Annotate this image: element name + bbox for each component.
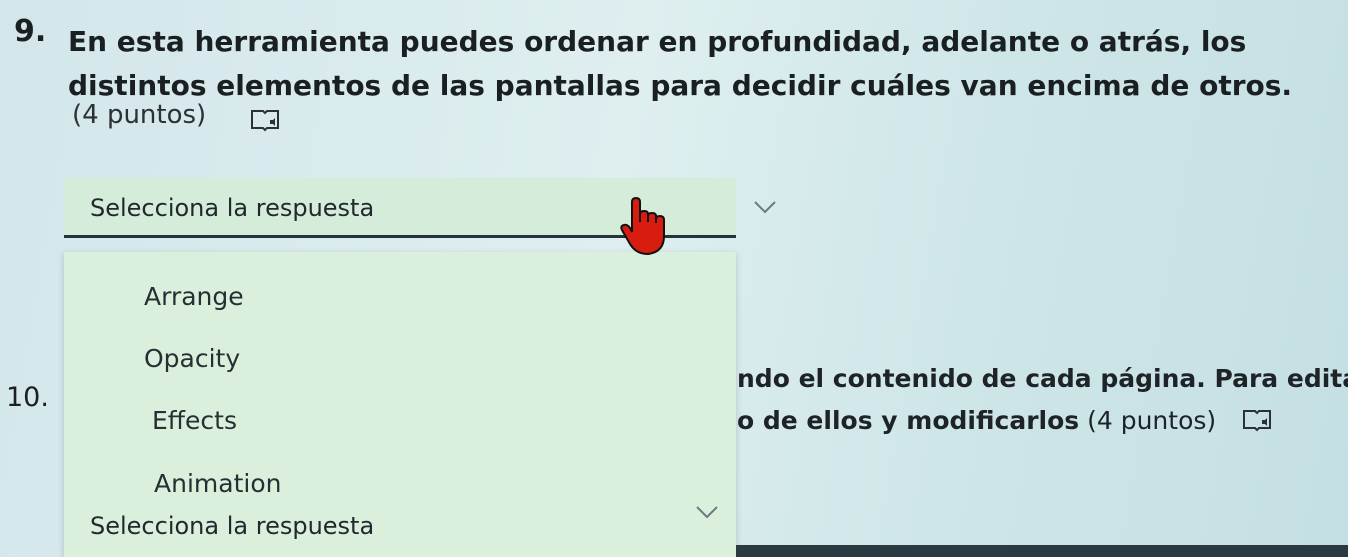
select-placeholder: Selecciona la respuesta [90,194,375,222]
question-9-text: En esta herramienta puedes ordenar en pr… [68,25,1293,102]
chevron-down-icon [754,201,776,214]
question-10-text-line1: ndo el contenido de cada página. Para ed… [737,364,1348,393]
option-animation[interactable]: Animation [154,469,281,498]
hand-pointer-icon [620,196,665,256]
question-9-number: 9. [14,14,47,49]
question-10-number: 10. [6,382,49,413]
select-underline [736,545,1348,557]
question-9-points: (4 puntos) [72,100,207,130]
answer-select-question-10[interactable]: Selecciona la respuesta [90,512,374,540]
chevron-down-icon [696,506,718,519]
question-10-points: (4 puntos) [1087,406,1217,435]
option-arrange[interactable]: Arrange [144,282,244,311]
immersive-reader-icon[interactable] [250,108,280,132]
question-10-text-line2: o de ellos y modificarlos (4 puntos) [737,406,1216,435]
immersive-reader-icon[interactable] [1242,408,1272,432]
option-effects[interactable]: Effects [152,406,237,435]
question-10-text-line2-bold: o de ellos y modificarlos [737,406,1080,435]
option-opacity[interactable]: Opacity [144,344,240,373]
